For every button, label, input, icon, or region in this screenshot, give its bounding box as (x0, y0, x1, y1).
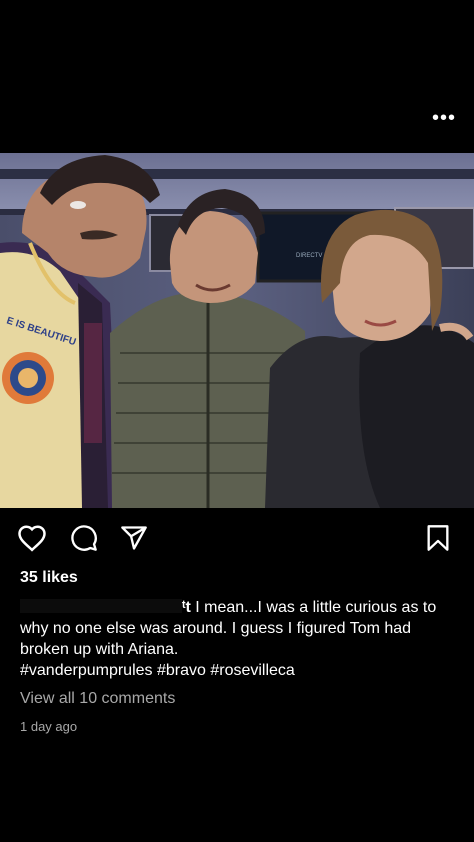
caption-username-fragment: ᵗt (182, 599, 191, 616)
likes-count[interactable]: 35 likes (20, 569, 78, 587)
share-button[interactable] (118, 522, 150, 554)
caption-hashtags[interactable]: #vanderpumprules #bravo #rosevilleca (20, 662, 295, 679)
share-icon (121, 526, 147, 550)
comment-icon (71, 525, 97, 551)
more-options-button[interactable]: ••• (432, 108, 456, 128)
tv-label: DIRECTV (296, 253, 322, 259)
post-timestamp: 1 day ago (20, 719, 78, 734)
action-bar (0, 522, 474, 556)
post-caption: ᵗt I mean...I was a little curious as to… (20, 597, 460, 681)
bookmark-icon (427, 525, 449, 551)
view-all-comments-link[interactable]: View all 10 comments (20, 690, 175, 708)
more-horizontal-icon: ••• (432, 107, 457, 129)
save-button[interactable] (422, 522, 454, 554)
caption-username-redacted[interactable] (20, 599, 182, 613)
like-button[interactable] (16, 522, 48, 554)
post-photo[interactable]: DIRECTV E IS BEAUTIFU (0, 153, 474, 508)
heart-icon (18, 525, 46, 552)
comment-button[interactable] (68, 522, 100, 554)
